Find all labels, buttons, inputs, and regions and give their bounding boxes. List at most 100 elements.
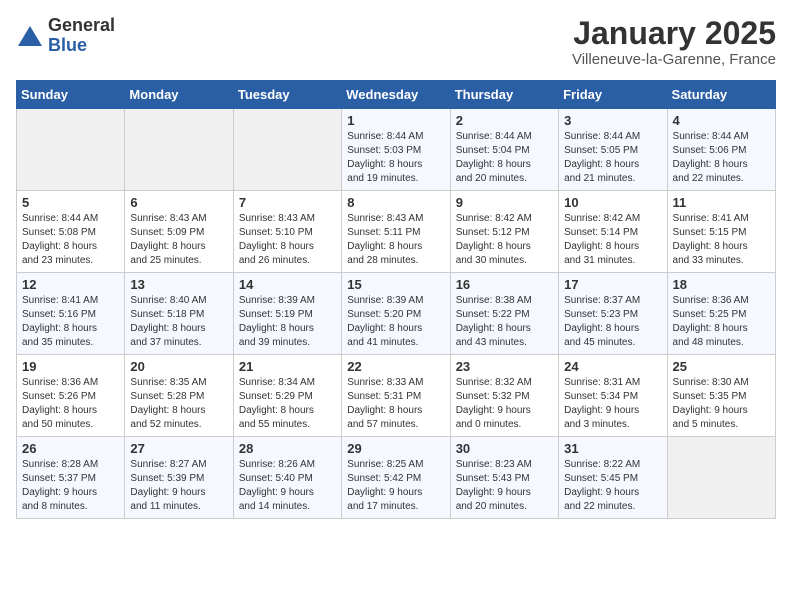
calendar-day-cell: 2 Sunrise: 8:44 AMSunset: 5:04 PMDaylight…: [450, 109, 558, 191]
calendar-day-cell: 8Sunrise: 8:43 AMSunset: 5:11 PMDaylight…: [342, 191, 450, 273]
weekday-header-cell: Wednesday: [342, 81, 450, 109]
day-info: Sunrise: 8:26 AMSunset: 5:40 PMDaylight:…: [239, 458, 336, 514]
day-info: Sunrise: 8:27 AMSunset: 5:39 PMDaylight:…: [130, 458, 227, 514]
weekday-header-row: SundayMondayTuesdayWednesdayThursdayFrid…: [17, 81, 776, 109]
day-number: 12: [22, 277, 119, 292]
calendar-day-cell: 22 Sunrise: 8:33 AMSunset: 5:31 PMDayligh…: [342, 355, 450, 437]
calendar-day-cell: 18 Sunrise: 8:36 AMSunset: 5:25 PMDayligh…: [667, 273, 775, 355]
day-number: 16: [456, 277, 553, 292]
weekday-header-cell: Monday: [125, 81, 233, 109]
day-number: 3: [564, 113, 661, 128]
day-info: Sunrise: 8:42 AMSunset: 5:14 PMDaylight:…: [564, 212, 661, 268]
day-number: 20: [130, 359, 227, 374]
day-info: Sunrise: 8:35 AMSunset: 5:28 PMDaylight:…: [130, 376, 227, 432]
calendar-day-cell: 14Sunrise: 8:39 AMSunset: 5:19 PMDayligh…: [233, 273, 341, 355]
day-number: 22: [347, 359, 444, 374]
day-number: 18: [673, 277, 770, 292]
weekday-header-cell: Friday: [559, 81, 667, 109]
day-number: 21: [239, 359, 336, 374]
day-number: 17: [564, 277, 661, 292]
calendar-day-cell: 7Sunrise: 8:43 AMSunset: 5:10 PMDaylight…: [233, 191, 341, 273]
calendar-day-cell: 10 Sunrise: 8:42 AMSunset: 5:14 PMDayligh…: [559, 191, 667, 273]
logo-text-general: General: [48, 15, 115, 35]
calendar-day-cell: 30Sunrise: 8:23 AMSunset: 5:43 PMDayligh…: [450, 437, 558, 519]
calendar-week-row: 26 Sunrise: 8:28 AMSunset: 5:37 PMDayligh…: [17, 437, 776, 519]
calendar-week-row: 1Sunrise: 8:44 AMSunset: 5:03 PMDaylight…: [17, 109, 776, 191]
day-info: Sunrise: 8:36 AMSunset: 5:26 PMDaylight:…: [22, 376, 119, 432]
logo-text-blue: Blue: [48, 35, 87, 55]
calendar-day-cell: [125, 109, 233, 191]
day-number: 11: [673, 195, 770, 210]
day-info: Sunrise: 8:44 AMSunset: 5:04 PMDaylight:…: [456, 130, 553, 186]
day-info: Sunrise: 8:41 AMSunset: 5:16 PMDaylight:…: [22, 294, 119, 350]
weekday-header-cell: Saturday: [667, 81, 775, 109]
day-number: 27: [130, 441, 227, 456]
calendar-day-cell: 13Sunrise: 8:40 AMSunset: 5:18 PMDayligh…: [125, 273, 233, 355]
weekday-header-cell: Thursday: [450, 81, 558, 109]
day-info: Sunrise: 8:23 AMSunset: 5:43 PMDaylight:…: [456, 458, 553, 514]
day-info: Sunrise: 8:43 AMSunset: 5:10 PMDaylight:…: [239, 212, 336, 268]
calendar-day-cell: 16Sunrise: 8:38 AMSunset: 5:22 PMDayligh…: [450, 273, 558, 355]
calendar-day-cell: 1Sunrise: 8:44 AMSunset: 5:03 PMDaylight…: [342, 109, 450, 191]
calendar-day-cell: 21 Sunrise: 8:34 AMSunset: 5:29 PMDayligh…: [233, 355, 341, 437]
calendar-body: 1Sunrise: 8:44 AMSunset: 5:03 PMDaylight…: [17, 109, 776, 519]
calendar-day-cell: 31Sunrise: 8:22 AMSunset: 5:45 PMDayligh…: [559, 437, 667, 519]
calendar-day-cell: 3 Sunrise: 8:44 AMSunset: 5:05 PMDaylight…: [559, 109, 667, 191]
day-info: Sunrise: 8:32 AMSunset: 5:32 PMDaylight:…: [456, 376, 553, 432]
day-info: Sunrise: 8:41 AMSunset: 5:15 PMDaylight:…: [673, 212, 770, 268]
day-info: Sunrise: 8:36 AMSunset: 5:25 PMDaylight:…: [673, 294, 770, 350]
calendar-day-cell: [667, 437, 775, 519]
day-info: Sunrise: 8:42 AMSunset: 5:12 PMDaylight:…: [456, 212, 553, 268]
day-number: 9: [456, 195, 553, 210]
day-info: Sunrise: 8:44 AMSunset: 5:05 PMDaylight:…: [564, 130, 661, 186]
day-number: 29: [347, 441, 444, 456]
day-number: 24: [564, 359, 661, 374]
weekday-header-cell: Tuesday: [233, 81, 341, 109]
day-info: Sunrise: 8:44 AMSunset: 5:03 PMDaylight:…: [347, 130, 444, 186]
day-info: Sunrise: 8:33 AMSunset: 5:31 PMDaylight:…: [347, 376, 444, 432]
calendar-day-cell: [17, 109, 125, 191]
day-info: Sunrise: 8:40 AMSunset: 5:18 PMDaylight:…: [130, 294, 227, 350]
day-number: 2: [456, 113, 553, 128]
calendar-day-cell: 23 Sunrise: 8:32 AMSunset: 5:32 PMDayligh…: [450, 355, 558, 437]
calendar-week-row: 12 Sunrise: 8:41 AMSunset: 5:16 PMDayligh…: [17, 273, 776, 355]
calendar-day-cell: 24 Sunrise: 8:31 AMSunset: 5:34 PMDayligh…: [559, 355, 667, 437]
day-info: Sunrise: 8:43 AMSunset: 5:11 PMDaylight:…: [347, 212, 444, 268]
day-info: Sunrise: 8:25 AMSunset: 5:42 PMDaylight:…: [347, 458, 444, 514]
calendar-day-cell: 25 Sunrise: 8:30 AMSunset: 5:35 PMDayligh…: [667, 355, 775, 437]
day-number: 5: [22, 195, 119, 210]
day-number: 26: [22, 441, 119, 456]
day-number: 25: [673, 359, 770, 374]
calendar-day-cell: 11 Sunrise: 8:41 AMSunset: 5:15 PMDayligh…: [667, 191, 775, 273]
day-info: Sunrise: 8:31 AMSunset: 5:34 PMDaylight:…: [564, 376, 661, 432]
calendar-day-cell: 29 Sunrise: 8:25 AMSunset: 5:42 PMDayligh…: [342, 437, 450, 519]
day-info: Sunrise: 8:44 AMSunset: 5:06 PMDaylight:…: [673, 130, 770, 186]
calendar-week-row: 5 Sunrise: 8:44 AMSunset: 5:08 PMDaylight…: [17, 191, 776, 273]
calendar-day-cell: 6 Sunrise: 8:43 AMSunset: 5:09 PMDaylight…: [125, 191, 233, 273]
day-number: 15: [347, 277, 444, 292]
calendar-table: SundayMondayTuesdayWednesdayThursdayFrid…: [16, 80, 776, 519]
weekday-header-cell: Sunday: [17, 81, 125, 109]
day-info: Sunrise: 8:43 AMSunset: 5:09 PMDaylight:…: [130, 212, 227, 268]
calendar-day-cell: 17Sunrise: 8:37 AMSunset: 5:23 PMDayligh…: [559, 273, 667, 355]
day-number: 4: [673, 113, 770, 128]
day-info: Sunrise: 8:30 AMSunset: 5:35 PMDaylight:…: [673, 376, 770, 432]
calendar-day-cell: 15 Sunrise: 8:39 AMSunset: 5:20 PMDayligh…: [342, 273, 450, 355]
day-number: 10: [564, 195, 661, 210]
day-info: Sunrise: 8:28 AMSunset: 5:37 PMDaylight:…: [22, 458, 119, 514]
calendar-day-cell: 20 Sunrise: 8:35 AMSunset: 5:28 PMDayligh…: [125, 355, 233, 437]
calendar-week-row: 19Sunrise: 8:36 AMSunset: 5:26 PMDayligh…: [17, 355, 776, 437]
day-info: Sunrise: 8:39 AMSunset: 5:19 PMDaylight:…: [239, 294, 336, 350]
logo-icon: [16, 22, 44, 50]
day-info: Sunrise: 8:39 AMSunset: 5:20 PMDaylight:…: [347, 294, 444, 350]
day-number: 6: [130, 195, 227, 210]
calendar-day-cell: [233, 109, 341, 191]
month-title: January 2025: [572, 16, 776, 51]
day-number: 28: [239, 441, 336, 456]
calendar-day-cell: 12 Sunrise: 8:41 AMSunset: 5:16 PMDayligh…: [17, 273, 125, 355]
day-info: Sunrise: 8:34 AMSunset: 5:29 PMDaylight:…: [239, 376, 336, 432]
logo: General Blue: [16, 16, 115, 56]
day-number: 23: [456, 359, 553, 374]
day-info: Sunrise: 8:44 AMSunset: 5:08 PMDaylight:…: [22, 212, 119, 268]
title-area: January 2025 Villeneuve-la-Garenne, Fran…: [572, 16, 776, 68]
